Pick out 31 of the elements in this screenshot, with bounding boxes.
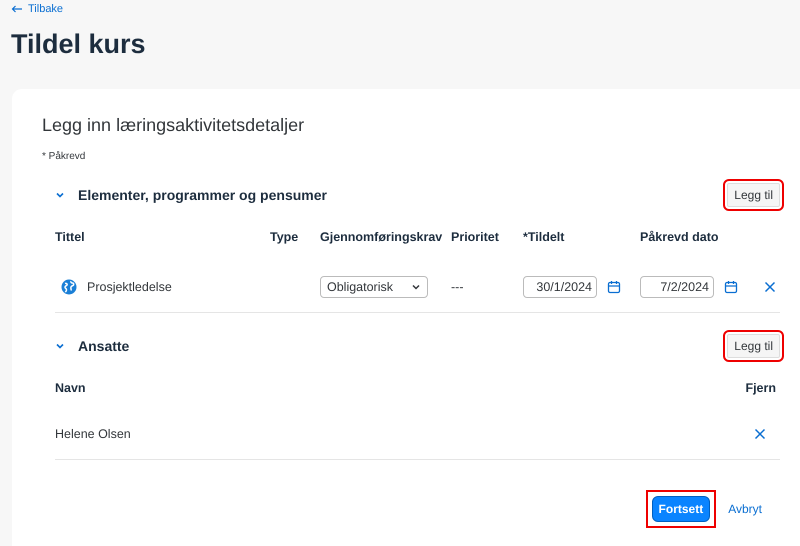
caret-icon [411, 282, 421, 292]
column-header: *Tildelt [523, 230, 566, 244]
table-cell-text: --- [451, 280, 464, 294]
back-link[interactable]: Tilbake [0, 0, 64, 16]
close-icon[interactable] [754, 428, 766, 440]
date-field[interactable]: 7/2/2024 [640, 276, 714, 298]
table-cell: Helene Olsen [55, 427, 131, 441]
form-heading: Legg inn læringsaktivitetsdetaljer [42, 114, 304, 136]
column-header: Påkrevd dato [640, 230, 720, 244]
required-note: * Påkrevd [42, 151, 86, 162]
globe-icon [61, 279, 77, 295]
column-header: Gjennomføringskrav [320, 230, 444, 244]
close-icon[interactable] [764, 281, 776, 293]
chevron-icon[interactable] [55, 190, 65, 200]
cancel-link[interactable]: Avbryt [728, 502, 762, 516]
continue-button[interactable]: Fortsett [652, 496, 710, 522]
column-header: Prioritet [451, 230, 500, 244]
column-header: Type [270, 230, 300, 244]
section-title: Ansatte [78, 338, 130, 354]
section-title: Elementer, programmer og pensumer [78, 187, 327, 203]
calendar-icon[interactable] [607, 280, 621, 294]
page-title: Tildel kurs [10, 28, 147, 61]
chevron-icon[interactable] [55, 341, 65, 351]
column-header: Fjern [745, 381, 776, 395]
requirement-dropdown[interactable]: Obligatorisk [320, 276, 428, 298]
calendar-icon[interactable] [724, 280, 738, 294]
column-header: Tittel [55, 230, 86, 244]
table-cell: Prosjektledelse [87, 280, 172, 294]
date-field[interactable]: 30/1/2024 [523, 276, 597, 298]
back-arrow-icon [11, 5, 23, 13]
column-header: Navn [55, 381, 86, 395]
